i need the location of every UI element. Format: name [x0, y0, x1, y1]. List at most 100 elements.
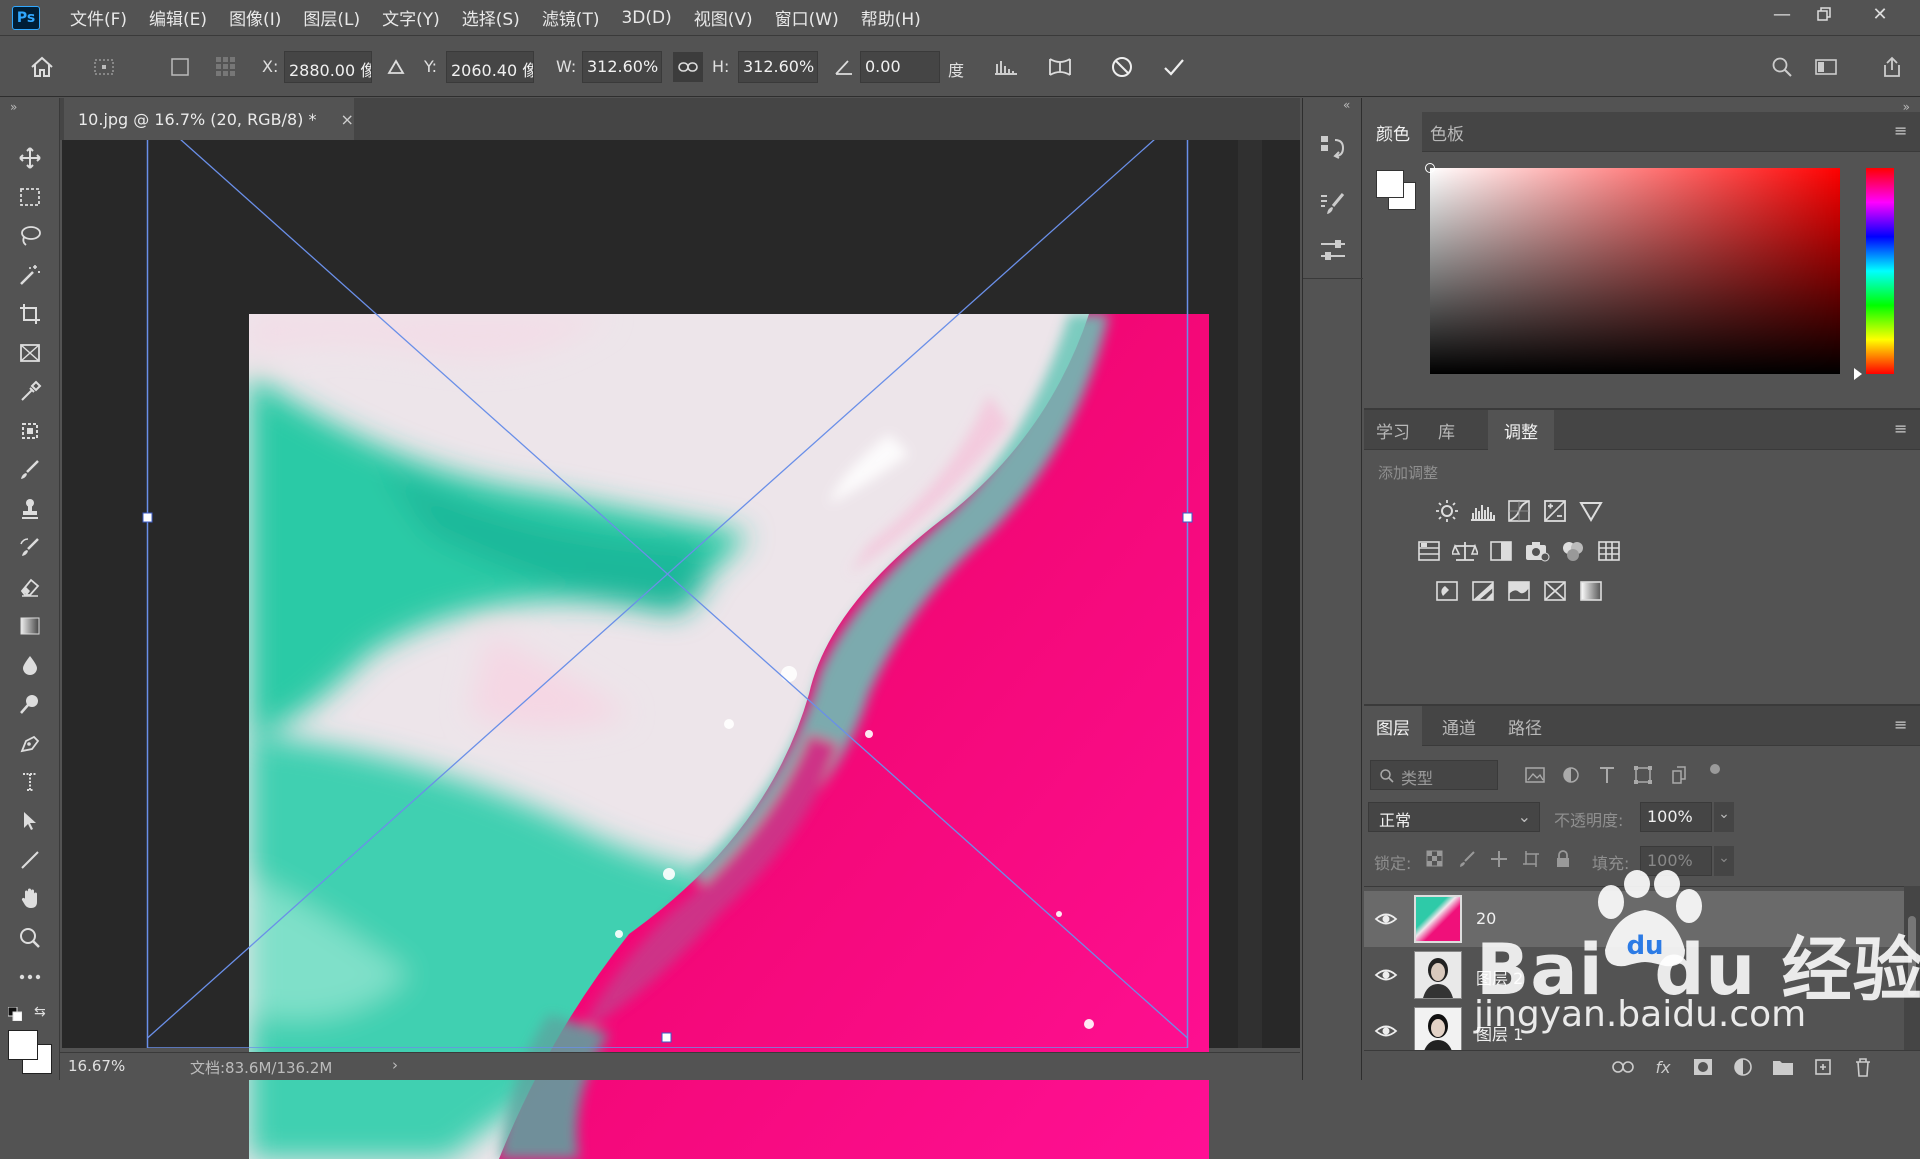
filter-type-icon[interactable] — [1594, 762, 1620, 788]
collapse-toolbar-icon[interactable]: » — [10, 100, 17, 114]
restore-icon[interactable] — [1806, 0, 1842, 28]
opacity-field[interactable]: 100% — [1640, 802, 1712, 832]
delete-layer-icon[interactable] — [1850, 1054, 1876, 1080]
x-position-field[interactable]: 2880.00 像 — [284, 51, 372, 83]
clone-stamp-tool-icon[interactable] — [14, 493, 46, 525]
width-field[interactable]: 312.60% — [582, 51, 662, 83]
dodge-tool-icon[interactable] — [14, 688, 46, 720]
brightness-contrast-icon[interactable] — [1434, 498, 1460, 524]
vertical-scrollbar[interactable] — [1238, 140, 1262, 1048]
status-arrow-icon[interactable]: › — [392, 1056, 398, 1074]
warp-mode-icon[interactable] — [1046, 53, 1074, 81]
swap-colors-icon[interactable]: ⇆ — [34, 1004, 50, 1020]
filter-adjustment-icon[interactable] — [1558, 762, 1584, 788]
history-panel-icon[interactable] — [1319, 132, 1347, 164]
threshold-icon[interactable] — [1506, 578, 1532, 604]
blend-mode-dropdown[interactable]: 正常 ⌄ — [1368, 802, 1540, 832]
layer-name[interactable]: 图层 2 — [1476, 965, 1523, 989]
line-tool-icon[interactable] — [14, 844, 46, 876]
share-icon[interactable] — [1878, 53, 1906, 81]
tab-adjustments[interactable]: 调整 — [1488, 410, 1554, 450]
frame-tool-icon[interactable] — [14, 337, 46, 369]
link-icon[interactable] — [673, 52, 703, 82]
close-tab-icon[interactable]: × — [340, 110, 353, 129]
add-mask-icon[interactable] — [1690, 1054, 1716, 1080]
tab-layers[interactable]: 图层 — [1364, 706, 1422, 746]
tab-paths[interactable]: 路径 — [1496, 706, 1554, 746]
color-foreground-swatch[interactable] — [1376, 170, 1404, 198]
healing-brush-tool-icon[interactable] — [14, 415, 46, 447]
magic-wand-tool-icon[interactable] — [14, 259, 46, 291]
workspace-icon[interactable] — [1812, 53, 1840, 81]
filter-pixel-icon[interactable] — [1522, 762, 1548, 788]
canvas-area[interactable] — [62, 140, 1300, 1159]
zoom-level[interactable]: 16.67% — [68, 1057, 125, 1075]
menu-edit[interactable]: 编辑(E) — [149, 5, 207, 30]
menu-select[interactable]: 选择(S) — [462, 5, 520, 30]
lock-image-icon[interactable] — [1454, 846, 1480, 872]
visibility-eye-icon[interactable] — [1374, 907, 1398, 931]
tab-color[interactable]: 颜色 — [1364, 112, 1422, 152]
layer-filter-dropdown[interactable]: 类型 — [1370, 760, 1498, 790]
new-group-icon[interactable] — [1770, 1054, 1796, 1080]
marquee-tool-icon[interactable] — [14, 181, 46, 213]
new-adjustment-layer-icon[interactable] — [1730, 1054, 1756, 1080]
layer-row[interactable]: 图层 2 — [1364, 947, 1904, 1003]
photo-filter-icon[interactable] — [1524, 538, 1550, 564]
adjustments-panel-menu-icon[interactable]: ≡ — [1894, 421, 1910, 437]
angle-field[interactable]: 0.00 — [860, 51, 940, 83]
interpolation-icon[interactable] — [992, 53, 1020, 81]
document-tab[interactable]: 10.jpg @ 16.7% (20, RGB/8) * × — [64, 98, 354, 140]
reference-point-checkbox[interactable] — [166, 53, 194, 81]
eyedropper-tool-icon[interactable] — [14, 376, 46, 408]
posterize-icon[interactable] — [1470, 578, 1496, 604]
new-layer-icon[interactable] — [1810, 1054, 1836, 1080]
levels-icon[interactable] — [1470, 498, 1496, 524]
layer-name[interactable]: 20 — [1476, 909, 1496, 928]
menu-filter[interactable]: 滤镜(T) — [542, 5, 600, 30]
cancel-transform-icon[interactable] — [1108, 53, 1136, 81]
transform-reference-icon[interactable] — [90, 53, 118, 81]
lock-transparent-icon[interactable] — [1422, 846, 1448, 872]
color-balance-icon[interactable] — [1452, 538, 1478, 564]
path-selection-tool-icon[interactable] — [14, 805, 46, 837]
menu-view[interactable]: 视图(V) — [694, 5, 753, 30]
move-tool-icon[interactable] — [14, 142, 46, 174]
color-panel-menu-icon[interactable]: ≡ — [1894, 123, 1910, 139]
fill-chevron-icon[interactable]: ⌄ — [1714, 846, 1734, 876]
collapse-dock-icon[interactable]: « — [1343, 98, 1350, 112]
commit-transform-icon[interactable] — [1160, 53, 1188, 81]
more-tools-icon[interactable] — [14, 961, 46, 993]
color-picker-cursor[interactable] — [1425, 163, 1435, 173]
menu-type[interactable]: 文字(Y) — [382, 5, 440, 30]
vibrance-icon[interactable] — [1578, 498, 1604, 524]
layer-effects-icon[interactable]: fx — [1650, 1054, 1676, 1080]
height-field[interactable]: 312.60% — [738, 51, 818, 83]
curves-icon[interactable] — [1506, 498, 1532, 524]
color-lookup-icon[interactable] — [1596, 538, 1622, 564]
menu-file[interactable]: 文件(F) — [70, 5, 127, 30]
hue-slider[interactable] — [1866, 168, 1894, 374]
menu-layer[interactable]: 图层(L) — [303, 5, 360, 30]
close-window-icon[interactable]: ✕ — [1862, 0, 1898, 28]
blur-tool-icon[interactable] — [14, 649, 46, 681]
foreground-color-swatch[interactable] — [8, 1030, 38, 1060]
delta-icon[interactable] — [382, 53, 410, 81]
layer-row[interactable]: 20 — [1364, 891, 1904, 947]
home-icon[interactable] — [28, 53, 56, 81]
color-picker-field[interactable] — [1425, 163, 1840, 374]
transform-bounding-box[interactable] — [62, 140, 1300, 1048]
history-brush-tool-icon[interactable] — [14, 532, 46, 564]
hue-slider-handle[interactable] — [1854, 368, 1862, 380]
zoom-tool-icon[interactable] — [14, 922, 46, 954]
fill-field[interactable]: 100% — [1640, 846, 1712, 876]
opacity-chevron-icon[interactable]: ⌄ — [1714, 802, 1734, 832]
search-icon[interactable] — [1768, 53, 1796, 81]
hand-tool-icon[interactable] — [14, 883, 46, 915]
gradient-tool-icon[interactable] — [14, 610, 46, 642]
reference-grid-icon[interactable] — [212, 53, 240, 81]
menu-3d[interactable]: 3D(D) — [621, 8, 671, 28]
gradient-map-icon[interactable] — [1578, 578, 1604, 604]
layer-name[interactable]: 图层 1 — [1476, 1021, 1523, 1045]
layers-panel-menu-icon[interactable]: ≡ — [1894, 717, 1910, 733]
